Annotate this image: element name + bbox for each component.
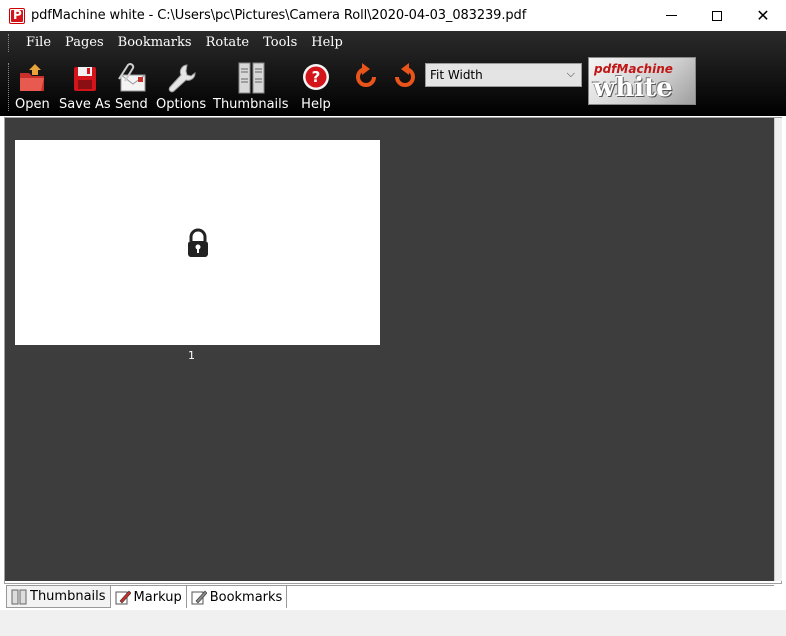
scrollbar[interactable] (774, 118, 782, 581)
pdfmachine-logo: pdfMachine white (588, 57, 696, 105)
status-bar (0, 610, 786, 636)
save-as-button[interactable]: Save As (59, 61, 111, 115)
app-icon-letter: P (13, 8, 22, 22)
tab-markup[interactable]: Markup (111, 586, 187, 608)
menu-file[interactable]: File (19, 31, 58, 55)
app-icon[interactable]: P (9, 8, 25, 24)
tab-markup-label: Markup (133, 589, 182, 605)
thumbnails-button[interactable]: Thumbnails (213, 61, 289, 115)
menu-tools[interactable]: Tools (256, 31, 304, 55)
rotate-ccw-icon (356, 63, 376, 87)
panel-tabs: Thumbnails Markup Bookmarks (6, 585, 774, 609)
help-button[interactable]: ? Help (300, 61, 332, 115)
options-button[interactable]: Options (156, 61, 206, 115)
zoom-select[interactable]: Fit Width ⌵ (425, 63, 582, 87)
logo-edition: white (593, 73, 673, 103)
page-number: 1 (188, 349, 195, 362)
tab-bookmarks-label: Bookmarks (209, 589, 283, 605)
tab-thumbnails-label: Thumbnails (30, 589, 106, 604)
save-as-label: Save As (59, 97, 111, 112)
markup-icon (115, 590, 131, 605)
maximize-button[interactable] (694, 0, 740, 31)
lock-icon (188, 228, 208, 257)
minimize-button[interactable] (648, 0, 694, 31)
bookmarks-icon (191, 590, 207, 605)
help-icon: ? (303, 64, 329, 90)
maximize-icon (712, 10, 722, 21)
menu-bar: File Pages Bookmarks Rotate Tools Help (0, 31, 350, 55)
menu-pages[interactable]: Pages (58, 31, 111, 55)
close-icon: ✕ (756, 6, 770, 25)
tab-bookmarks[interactable]: Bookmarks (187, 586, 288, 608)
menu-help[interactable]: Help (304, 31, 350, 55)
toolbar: Open Save As Send Options Thumbnails ? H… (0, 57, 786, 115)
chevron-down-icon: ⌵ (566, 68, 575, 80)
tab-thumbnails[interactable]: Thumbnails (6, 586, 111, 608)
toolbar-area: File Pages Bookmarks Rotate Tools Help O… (0, 31, 786, 116)
page-thumbnail[interactable] (15, 140, 380, 345)
open-button[interactable]: Open (15, 61, 50, 115)
rotate-cw-icon (395, 63, 415, 87)
wrench-icon (168, 64, 196, 93)
thumbnails-label: Thumbnails (213, 97, 289, 112)
help-label: Help (301, 97, 331, 112)
menu-rotate[interactable]: Rotate (199, 31, 257, 55)
thumbnails-tab-icon (11, 589, 27, 604)
zoom-select-value: Fit Width (430, 68, 483, 82)
floppy-disk-icon (73, 67, 96, 91)
rotate-left-button[interactable] (350, 61, 382, 115)
email-attach-icon (118, 63, 146, 92)
rotate-right-button[interactable] (389, 61, 421, 115)
send-label: Send (115, 97, 148, 112)
open-label: Open (15, 97, 50, 112)
close-button[interactable]: ✕ (740, 0, 786, 31)
menu-grip[interactable] (8, 34, 11, 52)
options-label: Options (156, 97, 207, 112)
folder-open-icon (20, 64, 45, 91)
svg-text:?: ? (312, 68, 321, 86)
title-bar: P pdfMachine white - C:\Users\pc\Picture… (0, 0, 786, 31)
menu-bookmarks[interactable]: Bookmarks (111, 31, 199, 55)
thumbnails-icon (238, 62, 265, 94)
toolbar-grip[interactable] (8, 63, 11, 111)
send-button[interactable]: Send (115, 61, 148, 115)
minimize-icon (665, 15, 677, 16)
window-title: pdfMachine white - C:\Users\pc\Pictures\… (31, 8, 527, 23)
